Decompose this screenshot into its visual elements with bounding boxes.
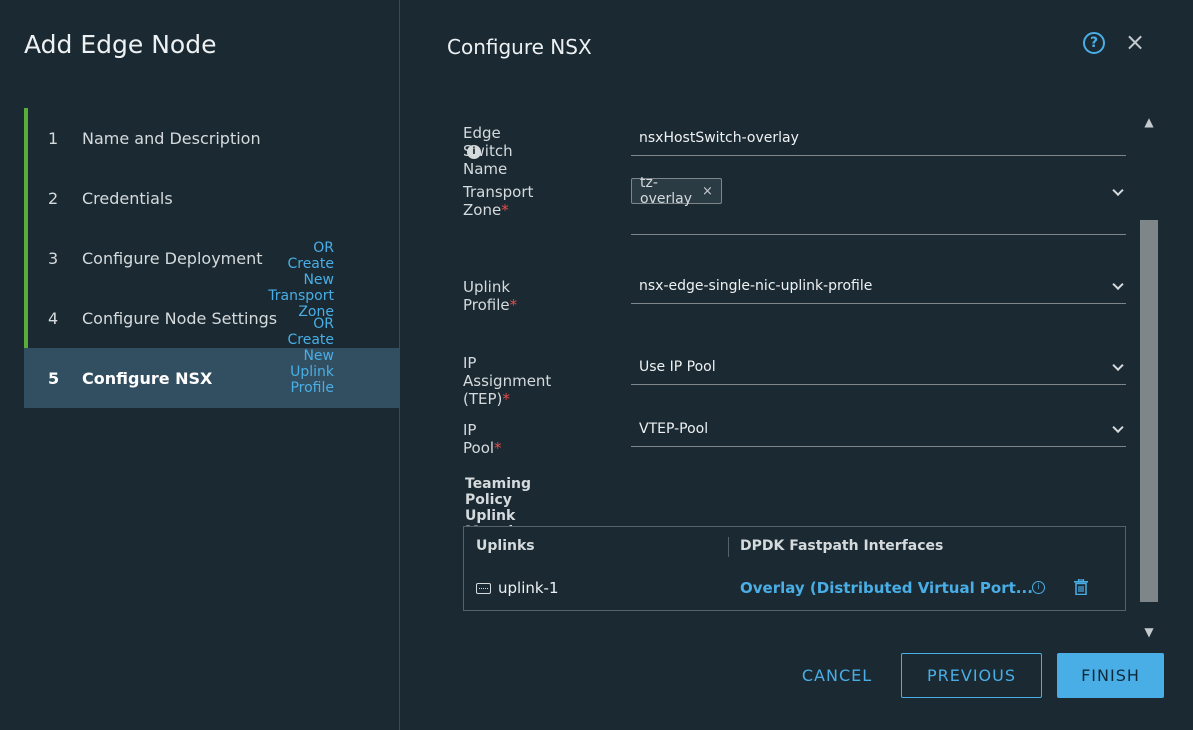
- ip-pool-label: IP Pool*: [463, 421, 502, 457]
- tag-remove-icon[interactable]: ×: [702, 184, 713, 199]
- scroll-down-arrow-icon[interactable]: ▼: [1140, 622, 1158, 642]
- trash-icon[interactable]: [1074, 579, 1088, 595]
- uplink-profile-select[interactable]: nsx-edge-single-nic-uplink-profile: [631, 268, 1126, 304]
- step-configure-node-settings[interactable]: 4 Configure Node Settings: [24, 288, 400, 348]
- step-label: Configure Node Settings: [82, 308, 278, 328]
- panel-title: Configure NSX: [447, 35, 592, 59]
- info-icon[interactable]: i: [467, 145, 481, 159]
- ip-assignment-label: IP Assignment (TEP)*: [463, 354, 551, 408]
- wizard-sidebar: Add Edge Node 1 Name and Description 2 C…: [0, 0, 400, 730]
- required-marker: *: [502, 390, 510, 408]
- step-name-and-description[interactable]: 1 Name and Description: [24, 108, 400, 168]
- uplink-profile-label-text: Uplink Profile: [463, 278, 511, 314]
- dialog-title: Add Edge Node: [24, 30, 217, 59]
- ip-pool-label-text: IP Pool: [463, 421, 495, 457]
- step-number: 3: [48, 248, 59, 268]
- step-number: 4: [48, 308, 59, 328]
- ip-assignment-select[interactable]: Use IP Pool: [631, 350, 1126, 385]
- ip-assignment-value: Use IP Pool: [639, 359, 716, 375]
- dpdk-interface-link[interactable]: Overlay (Distributed Virtual Port...: [740, 579, 1033, 597]
- close-icon[interactable]: ×: [1125, 28, 1145, 56]
- tag-label: tz-overlay: [640, 175, 692, 207]
- edge-switch-name-value: nsxHostSwitch-overlay: [639, 130, 799, 146]
- uplink-profile-value: nsx-edge-single-nic-uplink-profile: [639, 278, 873, 294]
- step-label: Configure NSX: [82, 368, 213, 388]
- required-marker: *: [509, 296, 518, 314]
- column-header-uplinks[interactable]: Uplinks: [476, 538, 535, 554]
- info-icon[interactable]: i: [1032, 581, 1045, 594]
- uplink-port-icon: [476, 582, 491, 594]
- step-credentials[interactable]: 2 Credentials: [24, 168, 400, 228]
- required-marker: *: [501, 201, 509, 219]
- teaming-grid: Uplinks DPDK Fastpath Interfaces uplink-…: [463, 526, 1126, 611]
- chevron-down-icon: [1112, 421, 1124, 433]
- step-number: 1: [48, 128, 59, 148]
- step-number: 5: [48, 368, 60, 388]
- scroll-thumb[interactable]: [1140, 220, 1158, 602]
- ip-assignment-label-line1: IP Assignment: [463, 354, 552, 390]
- scroll-up-arrow-icon[interactable]: ▲: [1140, 112, 1158, 132]
- step-label: Configure Deployment: [82, 248, 263, 268]
- ip-assignment-label-line2: (TEP): [463, 390, 503, 408]
- ip-pool-select[interactable]: VTEP-Pool: [631, 411, 1126, 447]
- wizard-content: Configure NSX ? × Edge Switch Name i nsx…: [268, 0, 1193, 730]
- step-number: 2: [48, 188, 59, 208]
- chevron-down-icon: [1112, 359, 1124, 372]
- previous-button[interactable]: PREVIOUS: [901, 653, 1042, 698]
- chevron-down-icon: [1112, 278, 1124, 290]
- transport-zone-tag: tz-overlay ×: [631, 175, 722, 207]
- uplink-name: uplink-1: [498, 579, 559, 597]
- ip-pool-value: VTEP-Pool: [639, 421, 709, 437]
- edge-switch-name-input[interactable]: nsxHostSwitch-overlay: [631, 120, 1126, 156]
- create-uplink-profile-link[interactable]: OR Create New Uplink Profile: [287, 316, 334, 396]
- column-header-dpdk[interactable]: DPDK Fastpath Interfaces: [740, 538, 943, 554]
- step-label: Name and Description: [82, 128, 261, 148]
- transport-zone-label: Transport Zone*: [463, 183, 533, 219]
- uplink-profile-label: Uplink Profile*: [463, 278, 517, 314]
- cancel-button[interactable]: CANCEL: [787, 653, 887, 698]
- step-configure-nsx[interactable]: 5 Configure NSX: [24, 348, 400, 408]
- column-divider[interactable]: [728, 537, 729, 557]
- wizard-steps: 1 Name and Description 2 Credentials 3 C…: [24, 108, 400, 408]
- grid-header: Uplinks DPDK Fastpath Interfaces: [464, 527, 1125, 565]
- transport-zone-label-text: Transport Zone: [463, 183, 534, 219]
- chevron-down-icon: [1112, 184, 1124, 197]
- finish-button[interactable]: FINISH: [1057, 653, 1164, 698]
- required-marker: *: [494, 439, 502, 457]
- step-label: Credentials: [82, 188, 173, 208]
- grid-row-uplink: uplink-1: [476, 579, 559, 597]
- help-icon[interactable]: ?: [1083, 32, 1105, 54]
- step-configure-deployment[interactable]: 3 Configure Deployment: [24, 228, 400, 288]
- form-scrollbar[interactable]: ▲ ▼: [1140, 112, 1158, 642]
- create-transport-zone-link[interactable]: OR Create New Transport Zone: [268, 240, 334, 320]
